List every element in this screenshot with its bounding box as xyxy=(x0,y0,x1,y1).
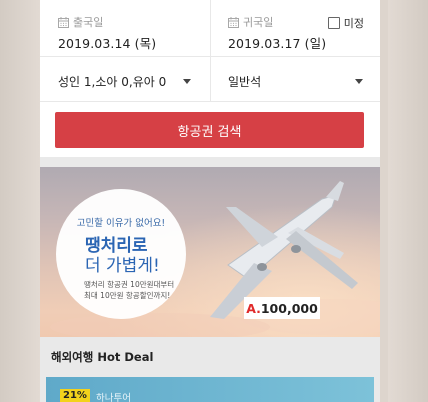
departure-label: 출국일 xyxy=(73,16,104,29)
promo-banner[interactable]: 고민할 이유가 없어요! 땡처리로 더 가볍게! 땡처리 항공권 10만원대부터… xyxy=(40,167,380,337)
calendar-icon xyxy=(228,16,239,28)
section-divider xyxy=(40,157,380,167)
promo-subtext-2: 최대 10만원 항공할인까지! xyxy=(84,291,171,300)
date-row: 출국일 2019.03.14 (목) 귀국일 2019.03.17 (일) 미정 xyxy=(40,0,380,57)
hot-deal-section: 해외여행 Hot Deal 21% 하나투어 xyxy=(40,337,380,402)
deal-vendor: 하나투어 xyxy=(96,393,131,402)
chevron-down-icon xyxy=(183,79,191,84)
price-amount: 100,000 xyxy=(260,300,318,316)
return-date-value: 2019.03.17 (일) xyxy=(228,36,327,51)
passenger-select[interactable]: 성인 1,소아 0,유아 0 xyxy=(40,57,211,101)
right-backdrop xyxy=(388,0,428,402)
departure-label-group: 출국일 xyxy=(58,14,103,30)
price-prefix: A. xyxy=(246,300,261,316)
hot-deal-title: 해외여행 Hot Deal xyxy=(51,350,154,364)
search-flights-button[interactable]: 항공권 검색 xyxy=(55,112,364,148)
return-label-group: 귀국일 xyxy=(228,14,273,30)
promo-tagline: 고민할 이유가 없어요! xyxy=(76,218,166,229)
return-date-field[interactable]: 귀국일 2019.03.17 (일) 미정 xyxy=(211,0,380,56)
promo-headline-2: 더 가볍게! xyxy=(85,256,160,276)
departure-date-field[interactable]: 출국일 2019.03.14 (목) xyxy=(40,0,211,56)
deal-card[interactable]: 21% 하나투어 xyxy=(46,377,374,402)
promo-subtext-1: 땡처리 항공권 10만원대부터 xyxy=(84,280,175,289)
passenger-value: 성인 1,소아 0,유아 0 xyxy=(58,75,167,89)
promo-circle: 고민할 이유가 없어요! 땡처리로 더 가볍게! 땡처리 항공권 10만원대부터… xyxy=(56,189,186,319)
checkbox-box[interactable] xyxy=(327,17,340,29)
price-tag: A. 100,000 xyxy=(244,297,320,319)
options-row: 성인 1,소아 0,유아 0 일반석 xyxy=(40,57,380,102)
departure-date-value: 2019.03.14 (목) xyxy=(58,36,157,51)
left-backdrop xyxy=(0,0,40,402)
undecided-label: 미정 xyxy=(343,17,364,30)
calendar-icon xyxy=(58,16,69,28)
chevron-down-icon xyxy=(355,79,363,84)
cabin-class-select[interactable]: 일반석 xyxy=(211,57,380,101)
flight-search-panel: 출국일 2019.03.14 (목) 귀국일 2019.03.17 (일) 미정 xyxy=(40,0,380,402)
return-label: 귀국일 xyxy=(243,16,274,29)
undecided-checkbox[interactable]: 미정 xyxy=(327,15,364,31)
discount-badge: 21% xyxy=(60,389,90,402)
cabin-class-value: 일반석 xyxy=(228,75,262,89)
